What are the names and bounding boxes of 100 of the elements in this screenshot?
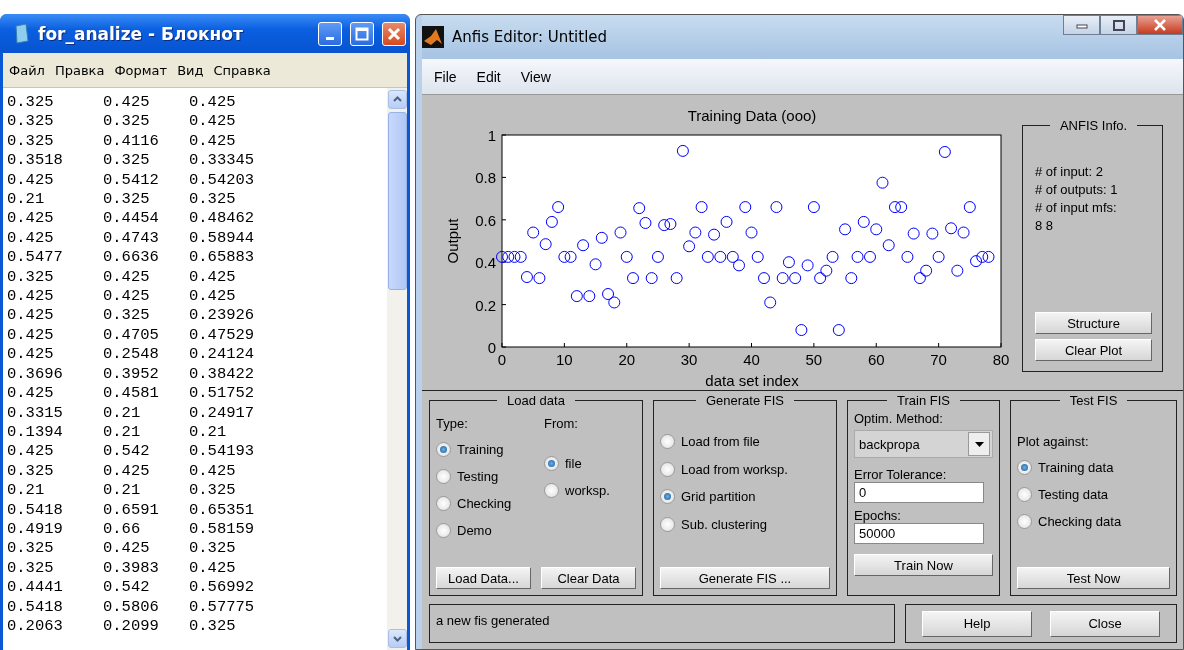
radio-option[interactable]: Testing data [1017,481,1170,508]
data-value: 0.425 [103,287,151,307]
close-button[interactable] [1137,15,1183,35]
radio-option[interactable]: worksp. [544,477,636,504]
data-point [907,227,920,240]
data-point [595,231,608,244]
radio-option[interactable]: Load from worksp. [660,455,830,483]
menu-item[interactable]: Файл [9,62,45,78]
radio-option[interactable]: Grid partition [660,483,830,511]
radio-button[interactable] [660,434,675,450]
info-text: # of outputs: 1 [1035,181,1119,199]
info-text: # of input: 2 [1035,163,1104,181]
data-value: 0.56992 [189,578,256,598]
maximize-button[interactable] [350,21,374,46]
menu-item[interactable]: Справка [213,62,271,78]
data-value: 0.425 [189,267,237,288]
data-point [502,250,515,263]
data-point [720,215,733,228]
tick-label: 50 [805,351,823,368]
axis-label: Output [444,218,461,264]
menu-item[interactable]: Вид [177,62,204,78]
minimize-button[interactable] [1063,15,1100,35]
data-value: 0.4581 [103,384,160,404]
radio-button[interactable] [436,496,451,511]
radio-option[interactable]: Demo [436,517,544,544]
data-value: 0.425 [7,345,55,365]
scrollbar[interactable] [387,88,407,650]
menu-item[interactable]: File [434,68,457,85]
data-value: 0.21 [189,422,228,443]
data-point [583,290,596,303]
panel-button[interactable]: Clear Data [541,567,636,589]
dialog-button[interactable]: Help [922,610,1032,637]
radio-option[interactable]: Testing [436,463,544,490]
data-point [957,226,970,239]
radio-button[interactable] [436,442,451,457]
data-point [539,238,552,251]
scroll-up-icon[interactable] [387,90,407,109]
menu-item[interactable]: Правка [54,62,105,78]
data-point [514,250,527,263]
radio-button[interactable] [660,461,675,477]
radio-button[interactable] [1017,514,1032,529]
radio-option[interactable]: file [544,450,636,477]
radio-option[interactable]: Load from file [660,428,830,456]
field-label: From: [544,414,579,433]
panel-button[interactable]: Structure [1035,312,1152,334]
panel-button[interactable]: Generate FIS ... [660,567,830,589]
data-value: 0.325 [7,112,55,132]
panel-button[interactable]: Test Now [1017,567,1170,589]
data-value: 0.4705 [103,325,160,346]
radio-button[interactable] [544,456,559,471]
info-text: 8 8 [1035,217,1055,235]
field-label: Error Tolerance: [854,466,948,482]
menu-item[interactable]: Формат [114,62,168,78]
radio-button[interactable] [660,516,675,532]
field-label: Epochs: [854,507,902,523]
radio-button[interactable] [544,483,559,498]
input-field[interactable]: 0 [854,482,984,503]
close-icon [1153,19,1167,31]
data-value: 0.325 [103,112,151,132]
data-point [826,250,839,263]
data-point [764,296,777,309]
dialog-button[interactable]: Close [1050,610,1160,637]
data-value: 0.21 [7,190,46,210]
data-value: 0.325 [7,461,55,482]
data-value: 0.47529 [189,325,256,346]
data-point [695,201,708,214]
panel-button[interactable]: Clear Plot [1035,339,1152,361]
restore-button[interactable] [1100,15,1137,35]
radio-button[interactable] [1017,460,1032,475]
data-point [527,226,540,239]
data-value: 0.24124 [189,345,256,365]
radio-option[interactable]: Checking [436,490,544,517]
panel-button[interactable]: Train Now [854,554,993,576]
scroll-thumb[interactable] [387,112,407,290]
data-value: 0.425 [103,461,151,482]
data-value: 0.51752 [189,384,256,404]
data-point [976,250,989,263]
radio-option[interactable]: Checking data [1017,508,1170,535]
menu-item[interactable]: Edit [476,68,501,85]
input-field[interactable]: 50000 [854,523,984,544]
data-value: 0.325 [189,190,237,210]
panel-button[interactable]: Load Data... [436,567,531,589]
data-point [714,250,727,263]
method-dropdown[interactable]: backpropa [854,430,993,458]
radio-option[interactable]: Sub. clustering [660,510,830,538]
radio-option[interactable]: Training [436,436,544,463]
radio-button[interactable] [436,523,451,538]
radio-button[interactable] [660,489,675,505]
data-point [670,272,683,285]
data-value: 0.4743 [103,228,160,249]
data-point [801,259,814,272]
data-value: 0.325 [103,306,151,326]
radio-button[interactable] [1017,487,1032,502]
status-message: a new fis generated [429,604,895,643]
tick-label: 1 [487,127,496,144]
menu-item[interactable]: View [520,68,551,85]
radio-button[interactable] [436,469,451,484]
scroll-down-icon[interactable] [387,629,407,648]
radio-option[interactable]: Training data [1017,454,1170,481]
data-value: 0.21 [7,481,46,501]
